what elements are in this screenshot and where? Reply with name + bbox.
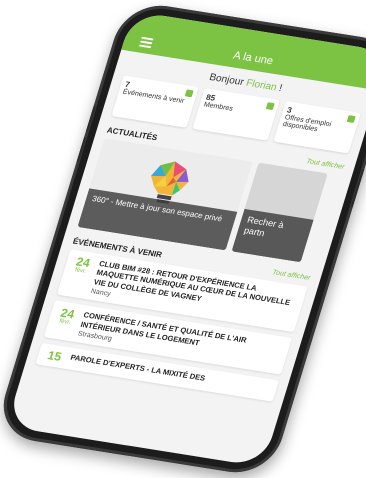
- app-screen: A la une Bonjour Florian ! 7 Événements …: [6, 11, 366, 467]
- volume-up-button: [84, 105, 96, 132]
- briefcase-icon: [346, 115, 356, 123]
- greeting-suffix: !: [277, 83, 284, 95]
- user-icon: [265, 102, 275, 111]
- event-date: 24 févr.: [51, 306, 79, 336]
- volume-down-button: [74, 136, 87, 163]
- menu-icon[interactable]: [138, 36, 154, 49]
- page-title: A la une: [231, 49, 275, 68]
- news-see-all-link[interactable]: Tout afficher: [305, 158, 345, 171]
- user-name: Florian: [244, 77, 279, 94]
- power-button: [350, 168, 366, 209]
- greeting-prefix: Bonjour: [207, 71, 246, 89]
- events-see-all-link[interactable]: Tout afficher: [271, 269, 311, 282]
- calendar-icon: [184, 89, 194, 98]
- phone-device: A la une Bonjour Florian ! 7 Événements …: [0, 0, 366, 478]
- event-date: 15: [43, 348, 66, 364]
- event-day: 15: [45, 348, 64, 364]
- event-date: 24 févr.: [64, 255, 95, 294]
